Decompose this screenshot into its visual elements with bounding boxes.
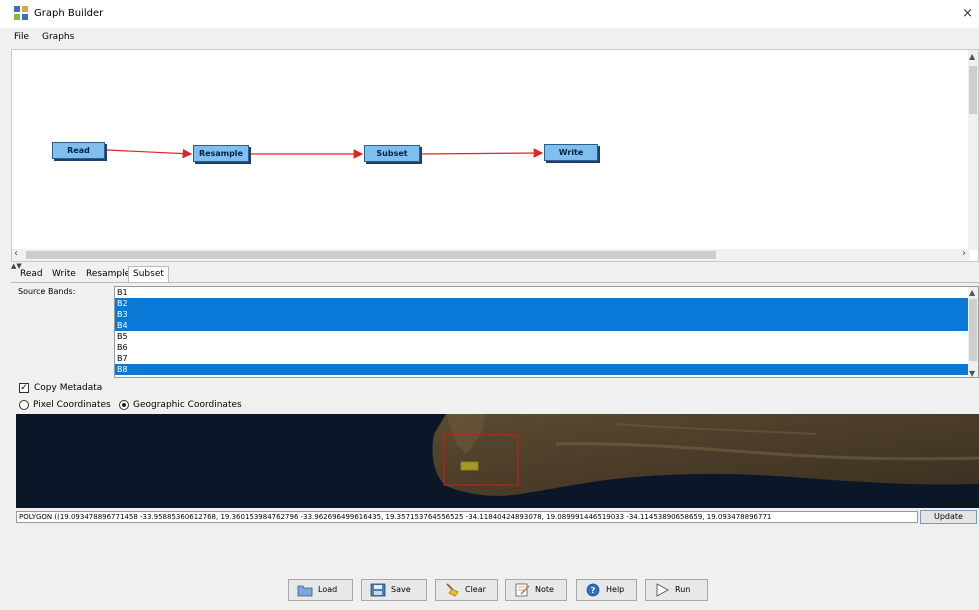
- band-list-item[interactable]: B3: [115, 309, 978, 320]
- load-button[interactable]: Load: [288, 579, 353, 601]
- geographic-coordinates-label: Geographic Coordinates: [133, 400, 242, 410]
- bands-scrollbar[interactable]: ▲ ▼: [968, 287, 978, 377]
- edge-read-resample: [106, 148, 193, 159]
- tab-resample[interactable]: Resample: [81, 266, 135, 282]
- folder-icon: [297, 585, 313, 597]
- window-title: Graph Builder: [34, 8, 104, 19]
- save-icon: [370, 583, 386, 597]
- edge-subset-write: [419, 148, 544, 158]
- node-subset[interactable]: Subset: [364, 145, 420, 162]
- canvas-vertical-scrollbar[interactable]: ▲: [968, 50, 978, 250]
- help-button[interactable]: ? Help: [576, 579, 637, 601]
- svg-text:?: ?: [591, 586, 596, 595]
- update-button[interactable]: Update: [920, 510, 977, 524]
- note-label: Note: [535, 585, 554, 594]
- menu-graphs[interactable]: Graphs: [42, 32, 74, 42]
- scroll-up-icon[interactable]: ▲: [969, 52, 975, 61]
- title-bar: Graph Builder ×: [0, 0, 979, 28]
- source-bands-label: Source Bands:: [18, 287, 76, 296]
- pixel-coordinates-radio[interactable]: [19, 400, 29, 410]
- play-icon: [656, 583, 669, 597]
- band-list-item[interactable]: B8: [115, 364, 978, 375]
- world-map[interactable]: [16, 414, 979, 508]
- graph-edges: [106, 148, 544, 159]
- band-list-item[interactable]: B1: [115, 287, 978, 298]
- canvas-horizontal-scrollbar[interactable]: ‹ ›: [12, 248, 970, 261]
- subset-panel: Source Bands: B1 B2 B3 B4 B5 B6 B7 B8 ▲ ▼ ✓ Cop…: [11, 282, 979, 600]
- band-list-item[interactable]: B6: [115, 342, 978, 353]
- tab-write[interactable]: Write: [47, 266, 81, 282]
- close-icon[interactable]: ×: [962, 6, 973, 21]
- geometry-wkt-input[interactable]: POLYGON ((19.093478896771458 -33.9588536…: [16, 511, 918, 523]
- scroll-thumb[interactable]: [969, 299, 977, 361]
- node-read[interactable]: Read: [52, 142, 105, 159]
- scroll-right-icon[interactable]: ›: [962, 248, 966, 259]
- node-resample[interactable]: Resample: [193, 145, 249, 162]
- geographic-coordinates-radio[interactable]: [119, 400, 129, 410]
- band-list-item[interactable]: B4: [115, 320, 978, 331]
- scroll-thumb[interactable]: [26, 251, 716, 259]
- coordinates-radio-group: Pixel Coordinates Geographic Coordinates: [19, 400, 319, 412]
- scroll-up-icon[interactable]: ▲: [969, 288, 975, 297]
- help-icon: ?: [586, 583, 600, 597]
- clear-label: Clear: [465, 585, 486, 594]
- pixel-coordinates-label: Pixel Coordinates: [33, 400, 111, 410]
- graph-builder-icon: [14, 6, 28, 20]
- broom-icon: [446, 583, 459, 597]
- scroll-thumb[interactable]: [969, 66, 977, 114]
- menu-bar: File Graphs: [0, 30, 979, 46]
- clear-button[interactable]: Clear: [435, 579, 498, 601]
- band-list-item[interactable]: B2: [115, 298, 978, 309]
- source-bands-list[interactable]: B1 B2 B3 B4 B5 B6 B7 B8 ▲ ▼: [114, 286, 979, 378]
- action-bar: Load Save Clear Note ? Help Run: [0, 574, 979, 610]
- run-label: Run: [675, 585, 691, 594]
- tab-read[interactable]: Read: [15, 266, 48, 282]
- run-button[interactable]: Run: [645, 579, 708, 601]
- menu-file[interactable]: File: [14, 32, 29, 42]
- scroll-down-icon[interactable]: ▼: [969, 369, 975, 377]
- note-button[interactable]: Note: [505, 579, 567, 601]
- save-label: Save: [391, 585, 411, 594]
- note-icon: [515, 583, 530, 597]
- scroll-left-icon[interactable]: ‹: [14, 248, 18, 259]
- copy-metadata-label: Copy Metadata: [34, 383, 103, 393]
- band-list-item[interactable]: B7: [115, 353, 978, 364]
- node-write[interactable]: Write: [544, 144, 598, 161]
- band-list-item[interactable]: B5: [115, 331, 978, 342]
- selected-region: [460, 461, 479, 471]
- load-label: Load: [318, 585, 338, 594]
- save-button[interactable]: Save: [361, 579, 427, 601]
- help-label: Help: [606, 585, 625, 594]
- graph-canvas[interactable]: Read Resample Subset Write ▲ ‹ ›: [11, 49, 979, 262]
- copy-metadata-checkbox[interactable]: ✓: [19, 383, 29, 393]
- tab-subset[interactable]: Subset: [128, 266, 169, 282]
